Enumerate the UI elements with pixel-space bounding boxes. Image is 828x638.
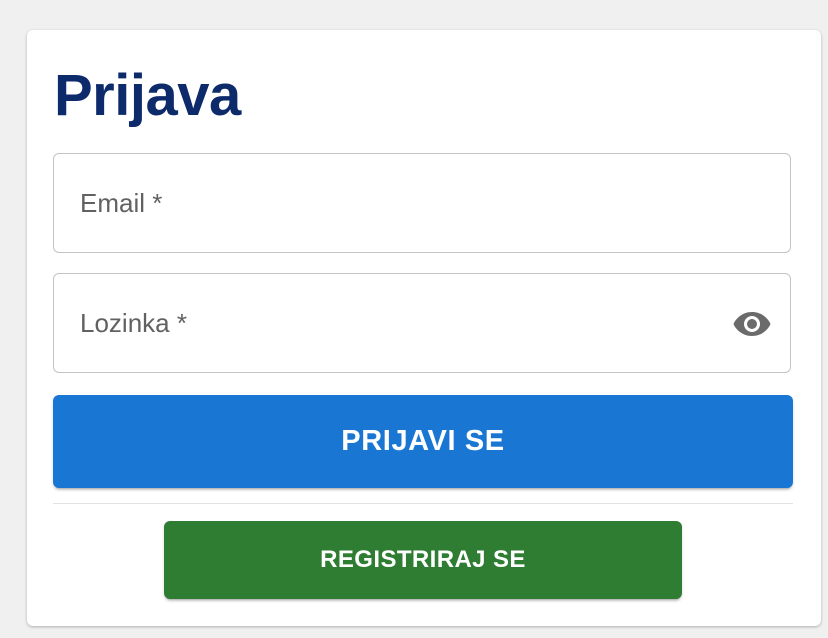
- register-button[interactable]: REGISTRIRAJ SE: [164, 521, 682, 599]
- email-field[interactable]: Email *: [53, 153, 791, 253]
- password-field[interactable]: Lozinka *: [53, 273, 791, 373]
- login-card: Prijava Email * Lozinka * PRIJAVI SE REG…: [27, 30, 821, 626]
- login-button[interactable]: PRIJAVI SE: [53, 395, 793, 488]
- page-title: Prijava: [54, 63, 241, 128]
- eye-icon: [733, 312, 771, 336]
- toggle-password-visibility-button[interactable]: [730, 304, 774, 344]
- divider: [53, 503, 793, 504]
- password-input[interactable]: [54, 274, 790, 372]
- email-input[interactable]: [54, 154, 790, 252]
